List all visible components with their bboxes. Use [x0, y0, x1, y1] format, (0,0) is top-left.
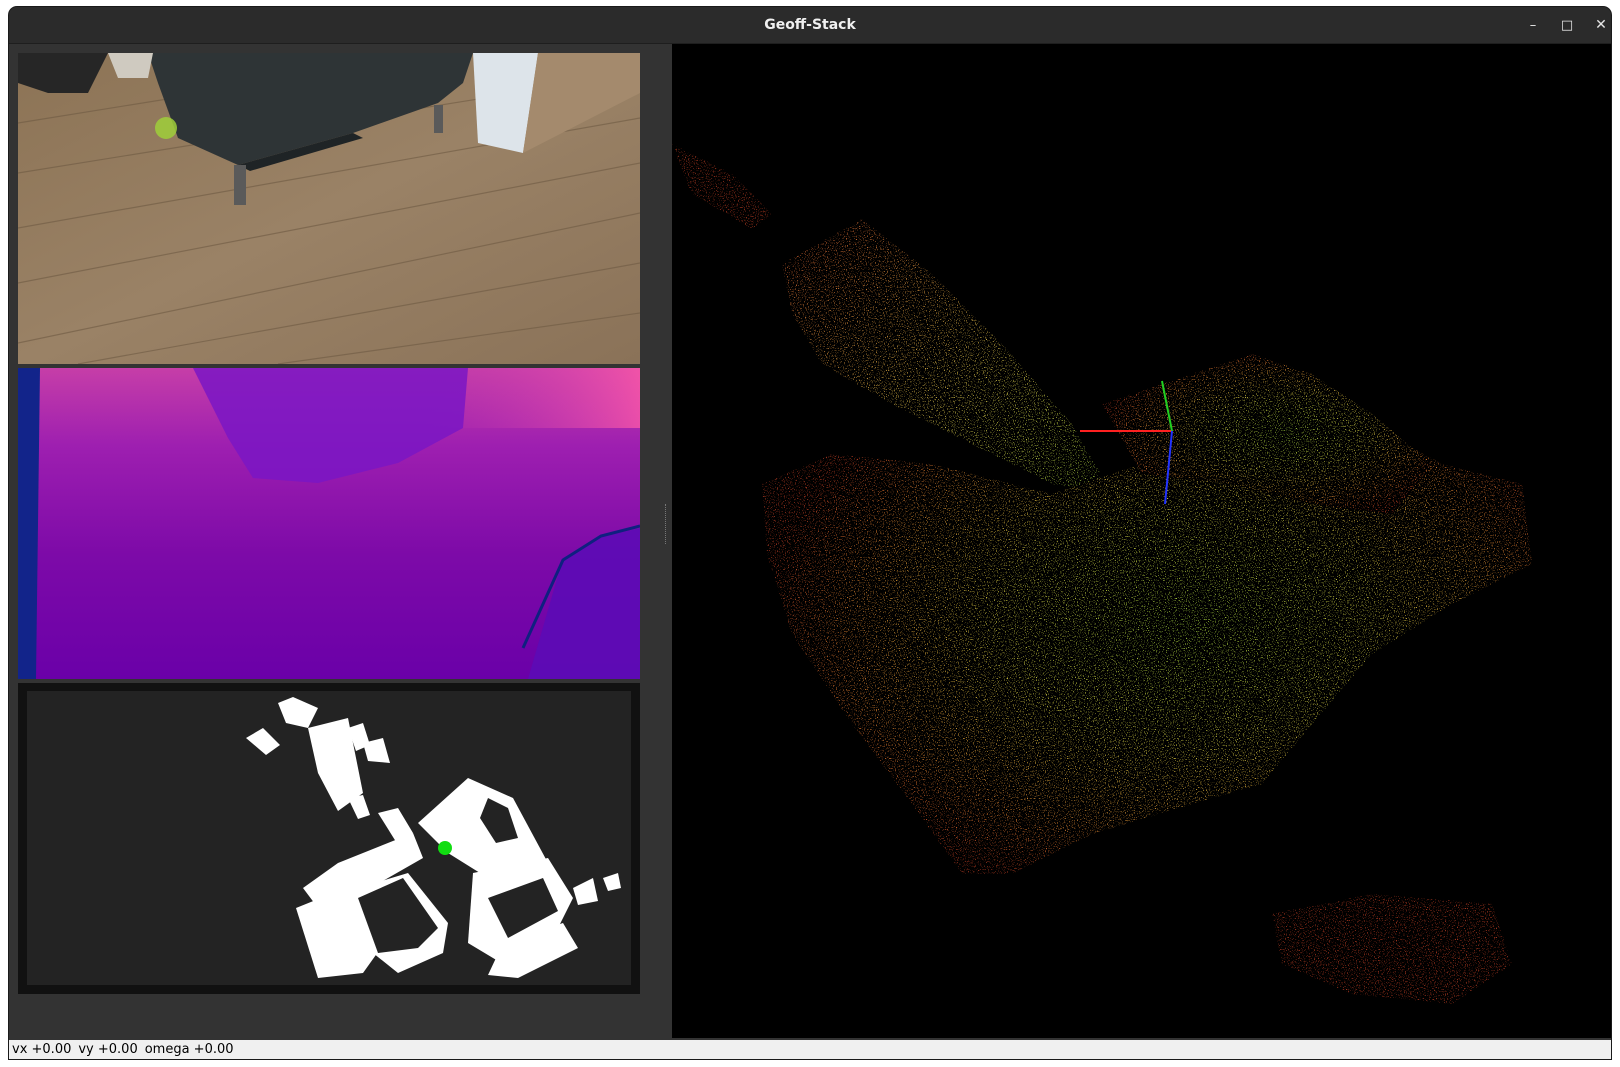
depth-view	[18, 368, 640, 679]
title-bar[interactable]: Geoff-Stack – □ ✕	[9, 7, 1611, 44]
occupancy-grid-image	[18, 683, 640, 994]
robot-position-marker	[438, 841, 452, 855]
vy-readout: vy +0.00	[78, 1042, 138, 1057]
status-bar: vx +0.00 vy +0.00 omega +0.00	[9, 1040, 1611, 1059]
main-content	[9, 44, 1611, 1040]
occupancy-map-view	[18, 683, 640, 994]
window-title: Geoff-Stack	[764, 17, 856, 33]
app-window: Geoff-Stack – □ ✕ vx +0.00 vy +0.00 omeg…	[9, 7, 1611, 1059]
camera-feed-image	[18, 53, 640, 364]
vx-readout: vx +0.00	[12, 1042, 72, 1057]
minimize-button[interactable]: –	[1523, 15, 1543, 35]
depth-map-image	[18, 368, 640, 679]
point-cloud-view[interactable]	[672, 44, 1611, 1038]
maximize-button[interactable]: □	[1557, 15, 1577, 35]
panel-splitter-handle[interactable]	[665, 504, 667, 544]
close-button[interactable]: ✕	[1591, 15, 1611, 35]
point-cloud-canvas[interactable]	[672, 44, 1611, 1038]
omega-readout: omega +0.00	[144, 1042, 234, 1057]
rgb-camera-view	[18, 53, 640, 364]
